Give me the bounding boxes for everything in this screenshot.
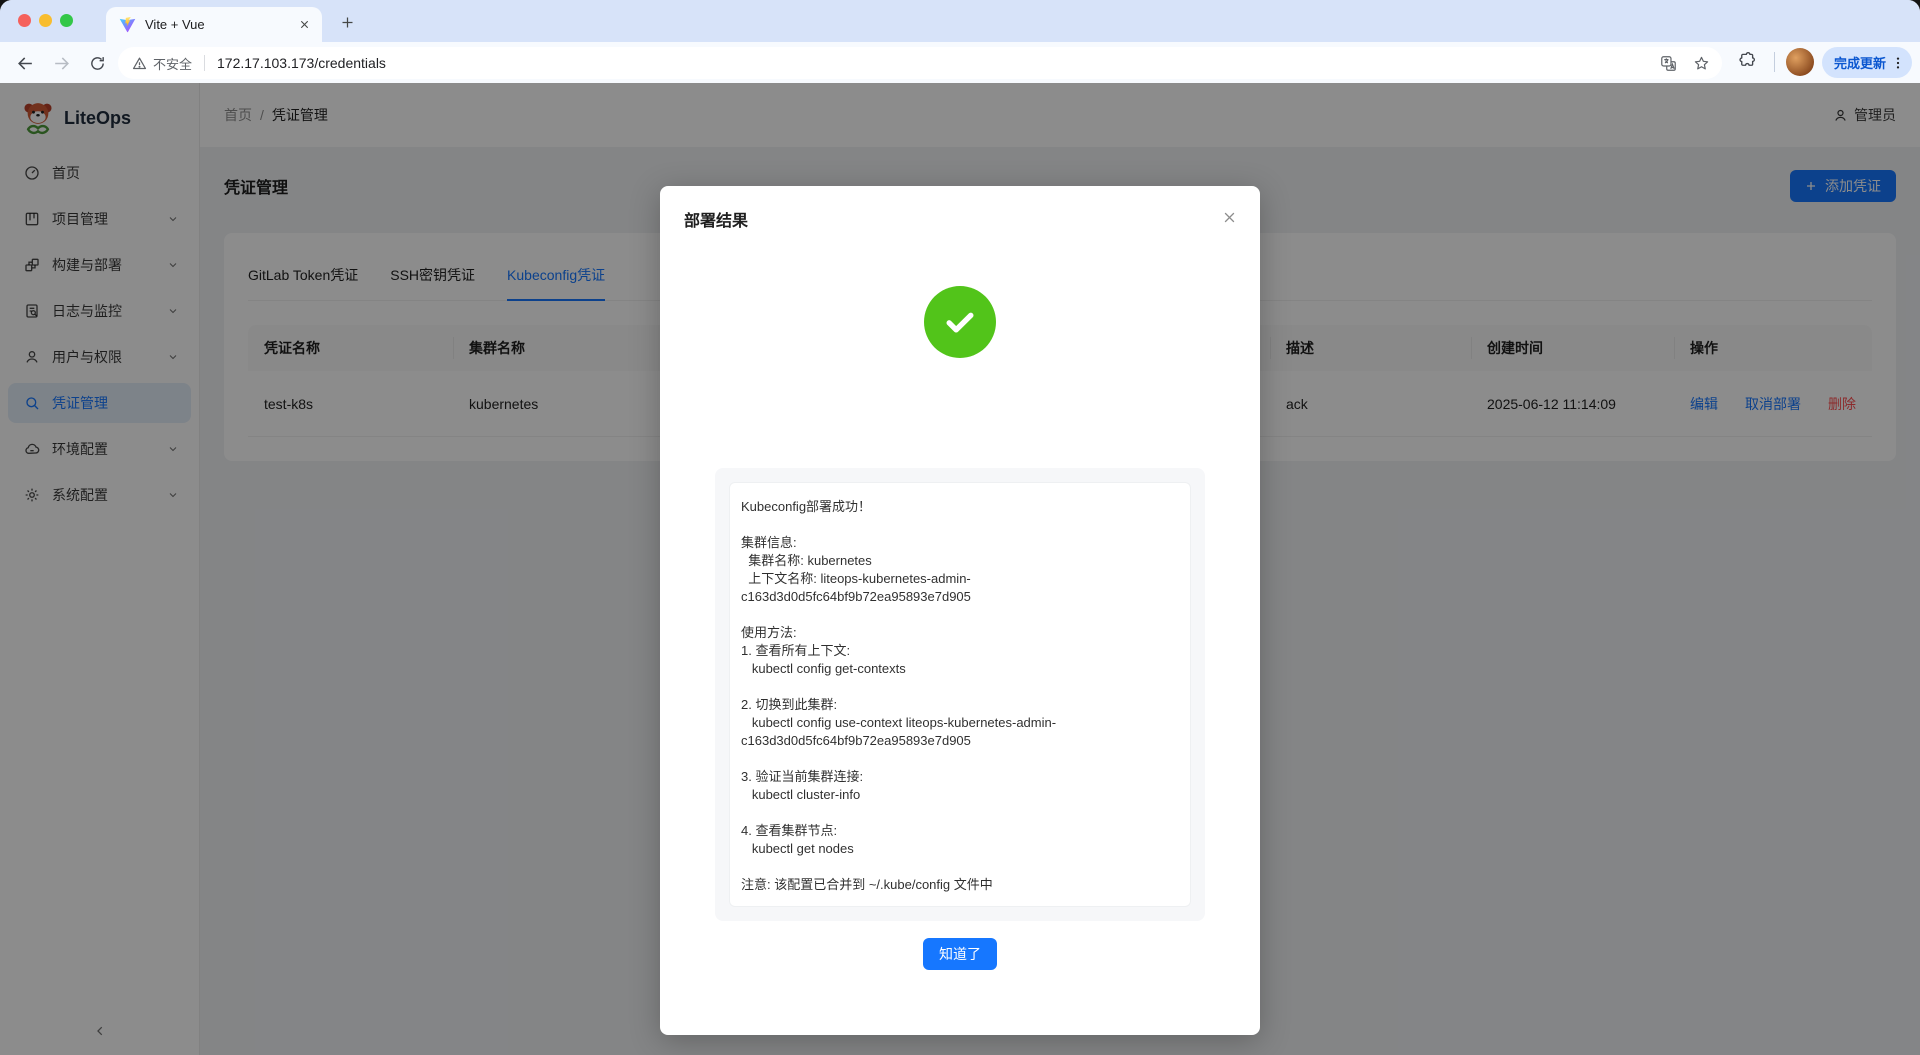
new-tab-button[interactable] (336, 11, 358, 33)
warning-triangle-icon (132, 56, 147, 71)
address-bar[interactable]: 不安全 172.17.103.173/credentials (118, 47, 1722, 79)
extensions-icon[interactable] (1738, 51, 1756, 69)
translate-icon[interactable] (1660, 55, 1677, 72)
profile-avatar[interactable] (1786, 48, 1814, 76)
deploy-result-output: Kubeconfig部署成功！ 集群信息: 集群名称: kubernetes 上… (729, 482, 1191, 907)
ok-button[interactable]: 知道了 (923, 938, 997, 970)
reload-icon[interactable] (84, 50, 110, 76)
close-window-button[interactable] (18, 14, 31, 27)
vite-favicon-icon (119, 16, 136, 33)
window-controls (18, 14, 73, 27)
deploy-result-box: Kubeconfig部署成功！ 集群信息: 集群名称: kubernetes 上… (715, 468, 1205, 921)
modal-title: 部署结果 (684, 207, 748, 231)
tab-title: Vite + Vue (145, 17, 285, 32)
toolbar-divider (1774, 52, 1775, 72)
minimize-window-button[interactable] (39, 14, 52, 27)
close-tab-icon[interactable] (294, 15, 314, 35)
browser-tab-strip: Vite + Vue (0, 0, 1920, 42)
browser-menu-icon[interactable] (1890, 55, 1906, 71)
back-icon[interactable] (12, 50, 38, 76)
success-check-icon (924, 286, 996, 358)
chrome-update-button[interactable]: 完成更新 (1822, 47, 1912, 78)
deploy-result-text: Kubeconfig部署成功！ 集群信息: 集群名称: kubernetes 上… (741, 498, 1179, 894)
bookmark-star-icon[interactable] (1693, 55, 1710, 72)
maximize-window-button[interactable] (60, 14, 73, 27)
site-security-chip[interactable]: 不安全 (132, 54, 192, 73)
security-label: 不安全 (153, 54, 192, 73)
update-label: 完成更新 (1834, 53, 1886, 72)
browser-window: Vite + Vue 不安全 172.17.103.173/credential… (0, 0, 1920, 1055)
url-text: 172.17.103.173/credentials (217, 55, 1660, 71)
deploy-result-modal: 部署结果 部署成功 部署成功 Kubeconfig部署成功！ 集群信息: 集群名… (660, 186, 1260, 1035)
omnibox-divider (204, 55, 205, 71)
browser-tab[interactable]: Vite + Vue (106, 7, 322, 42)
forward-icon[interactable] (48, 50, 74, 76)
close-icon[interactable] (1216, 204, 1242, 230)
